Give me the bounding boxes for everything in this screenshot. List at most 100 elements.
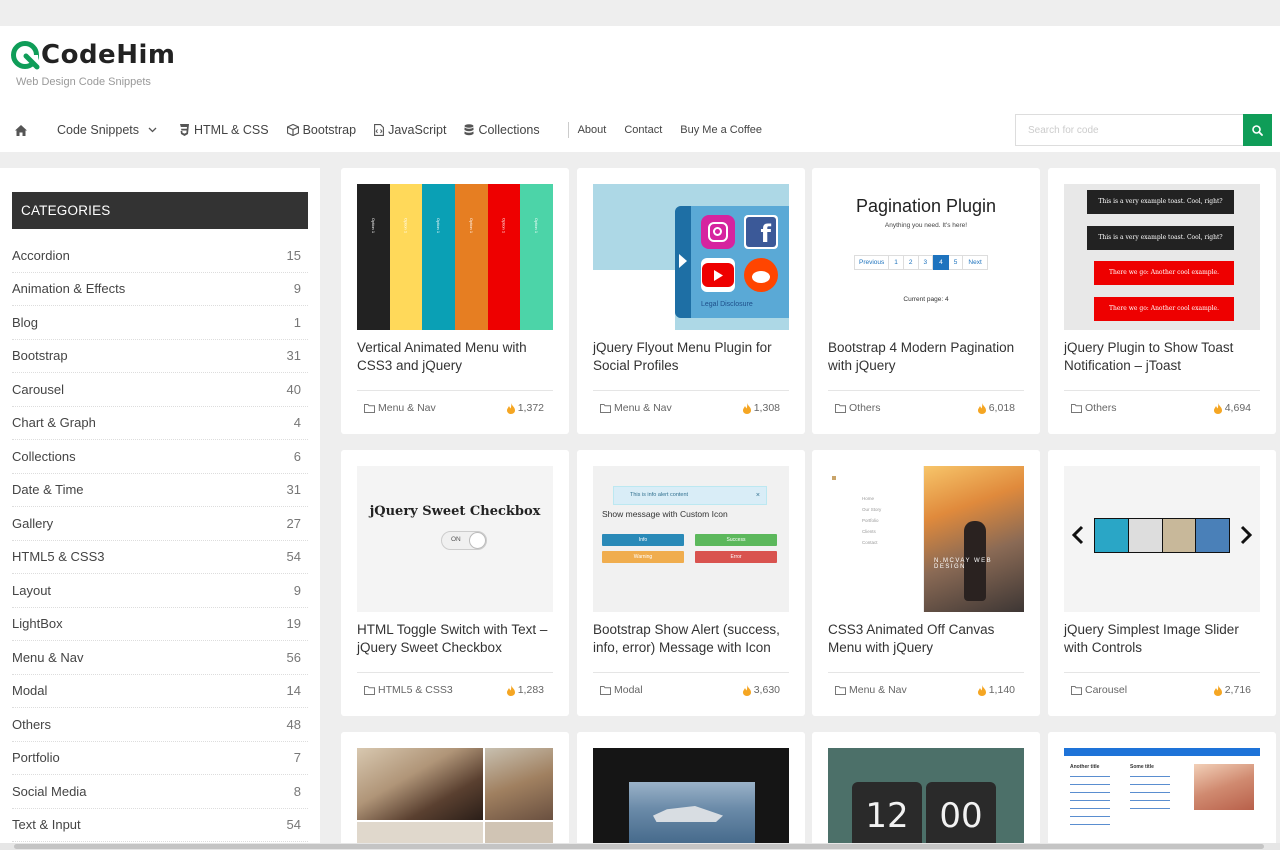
category-item-animation-effects[interactable]: Animation & Effects 9 bbox=[12, 273, 308, 306]
alert-error-button[interactable]: Error bbox=[695, 551, 777, 563]
pagination-page[interactable]: 5 bbox=[948, 255, 964, 270]
category-item-gallery[interactable]: Gallery 27 bbox=[12, 507, 308, 541]
scrollbar-thumb[interactable] bbox=[14, 844, 1264, 849]
category-item-menu-nav[interactable]: Menu & Nav 56 bbox=[12, 641, 308, 675]
card-thumbnail[interactable]: Option 1 Option 1 Option 1 Option 1 Opti… bbox=[357, 184, 553, 330]
card-title[interactable]: jQuery Plugin to Show Toast Notification… bbox=[1064, 339, 1262, 375]
card-title[interactable]: jQuery Simplest Image Slider with Contro… bbox=[1064, 621, 1262, 657]
snippet-card[interactable]: f Legal Disclosure jQuery Flyout Menu Pl… bbox=[577, 168, 805, 434]
card-thumbnail[interactable] bbox=[357, 748, 553, 850]
search-input[interactable] bbox=[1015, 114, 1243, 146]
category-item-modal[interactable]: Modal 14 bbox=[12, 675, 308, 708]
snippet-card[interactable]: Another title Some title bbox=[1048, 732, 1276, 850]
card-category-link[interactable]: Others bbox=[1071, 402, 1117, 414]
card-category-link[interactable]: HTML5 & CSS3 bbox=[364, 684, 453, 696]
category-item-carousel[interactable]: Carousel 40 bbox=[12, 373, 308, 407]
card-title[interactable]: HTML Toggle Switch with Text – jQuery Sw… bbox=[357, 621, 555, 657]
alert-success-button[interactable]: Success bbox=[695, 534, 777, 546]
pagination-next[interactable]: Next bbox=[963, 255, 988, 270]
category-item-html5-css3[interactable]: HTML5 & CSS3 54 bbox=[12, 541, 308, 574]
card-category-link[interactable]: Modal bbox=[600, 684, 643, 696]
menu-option-label: Option 1 bbox=[534, 218, 540, 234]
home-icon[interactable] bbox=[15, 124, 31, 136]
instagram-icon[interactable] bbox=[701, 215, 735, 249]
card-thumbnail[interactable]: This is a very example toast. Cool, righ… bbox=[1064, 184, 1260, 330]
card-category-link[interactable]: Others bbox=[835, 402, 881, 414]
horizontal-scrollbar[interactable] bbox=[0, 843, 1280, 850]
card-title[interactable]: CSS3 Animated Off Canvas Menu with jQuer… bbox=[828, 621, 1026, 657]
alert-info-button[interactable]: Info bbox=[602, 534, 684, 546]
card-thumbnail[interactable] bbox=[593, 748, 789, 850]
card-category-link[interactable]: Menu & Nav bbox=[364, 402, 436, 414]
card-thumbnail[interactable]: f Legal Disclosure bbox=[593, 184, 789, 330]
category-item-social-media[interactable]: Social Media 8 bbox=[12, 775, 308, 809]
category-item-bootstrap[interactable]: Bootstrap 31 bbox=[12, 340, 308, 373]
nav-html-css[interactable]: HTML & CSS bbox=[179, 123, 269, 137]
nav-code-snippets[interactable]: Code Snippets bbox=[57, 123, 161, 137]
offcanvas-menu-item[interactable]: Clients bbox=[862, 529, 876, 534]
card-title[interactable]: Bootstrap 4 Modern Pagination with jQuer… bbox=[828, 339, 1026, 375]
category-item-layout[interactable]: Layout 9 bbox=[12, 574, 308, 608]
category-item-text-input[interactable]: Text & Input 54 bbox=[12, 809, 308, 842]
card-thumbnail[interactable]: Home Our Story Portfolio Clients Contact… bbox=[828, 466, 1024, 612]
category-item-others[interactable]: Others 48 bbox=[12, 708, 308, 742]
card-title[interactable]: Vertical Animated Menu with CSS3 and jQu… bbox=[357, 339, 555, 375]
category-item-chart-graph[interactable]: Chart & Graph 4 bbox=[12, 407, 308, 440]
card-category-link[interactable]: Carousel bbox=[1071, 684, 1127, 696]
card-thumbnail[interactable] bbox=[1064, 466, 1260, 612]
reddit-icon[interactable] bbox=[744, 258, 778, 292]
pagination-page-active[interactable]: 4 bbox=[933, 255, 949, 270]
facebook-icon[interactable]: f bbox=[744, 215, 778, 249]
nav-contact[interactable]: Contact bbox=[624, 124, 662, 136]
chevron-right-icon[interactable] bbox=[1240, 525, 1252, 545]
card-title[interactable]: jQuery Flyout Menu Plugin for Social Pro… bbox=[593, 339, 791, 375]
category-item-portfolio[interactable]: Portfolio 7 bbox=[12, 742, 308, 775]
card-category-link[interactable]: Menu & Nav bbox=[600, 402, 672, 414]
category-item-collections[interactable]: Collections 6 bbox=[12, 440, 308, 474]
search-button[interactable] bbox=[1243, 114, 1272, 146]
card-title[interactable]: Bootstrap Show Alert (success, info, err… bbox=[593, 621, 791, 657]
snippet-card[interactable]: This is a very example toast. Cool, righ… bbox=[1048, 168, 1276, 434]
alert-warning-button[interactable]: Warning bbox=[602, 551, 684, 563]
logo[interactable]: CodeHim bbox=[10, 40, 175, 70]
snippet-card[interactable]: 12 00 bbox=[812, 732, 1040, 850]
pagination-page[interactable]: 1 bbox=[889, 255, 904, 270]
card-thumbnail[interactable]: 12 00 bbox=[828, 748, 1024, 850]
nav-collections[interactable]: Collections bbox=[464, 123, 540, 137]
category-label: Modal bbox=[12, 683, 48, 699]
snippet-card[interactable]: jQuery Simplest Image Slider with Contro… bbox=[1048, 450, 1276, 716]
pagination-page[interactable]: 3 bbox=[918, 255, 934, 270]
snippet-card[interactable]: jQuery Sweet Checkbox ON HTML Toggle Swi… bbox=[341, 450, 569, 716]
card-thumbnail[interactable]: This is info alert content × Show messag… bbox=[593, 466, 789, 612]
snippet-card[interactable]: Home Our Story Portfolio Clients Contact… bbox=[812, 450, 1040, 716]
snippet-card[interactable]: Option 1 Option 1 Option 1 Option 1 Opti… bbox=[341, 168, 569, 434]
legal-disclosure-link[interactable]: Legal Disclosure bbox=[701, 301, 753, 308]
card-thumbnail[interactable]: Another title Some title bbox=[1064, 748, 1260, 850]
category-item-blog[interactable]: Blog 1 bbox=[12, 306, 308, 340]
category-item-lightbox[interactable]: LightBox 19 bbox=[12, 608, 308, 641]
card-thumbnail[interactable]: jQuery Sweet Checkbox ON bbox=[357, 466, 553, 612]
card-thumbnail[interactable]: Pagination Plugin Anything you need. It'… bbox=[828, 184, 1024, 330]
nav-bootstrap[interactable]: Bootstrap bbox=[286, 123, 356, 137]
snippet-card[interactable] bbox=[577, 732, 805, 850]
snippet-card[interactable] bbox=[341, 732, 569, 850]
alert-close-icon[interactable]: × bbox=[756, 487, 760, 504]
nav-about[interactable]: About bbox=[578, 124, 607, 136]
offcanvas-menu-item[interactable]: Our Story bbox=[862, 507, 881, 512]
youtube-icon[interactable] bbox=[701, 258, 735, 292]
nav-javascript[interactable]: JavaScript bbox=[374, 123, 446, 137]
snippet-card[interactable]: This is info alert content × Show messag… bbox=[577, 450, 805, 716]
card-views: 1,283 bbox=[506, 684, 544, 696]
pagination-previous[interactable]: Previous bbox=[854, 255, 890, 270]
offcanvas-menu-item[interactable]: Portfolio bbox=[862, 518, 879, 523]
card-category-link[interactable]: Menu & Nav bbox=[835, 684, 907, 696]
chevron-left-icon[interactable] bbox=[1072, 525, 1084, 545]
pagination-page[interactable]: 2 bbox=[903, 255, 919, 270]
snippet-card[interactable]: Pagination Plugin Anything you need. It'… bbox=[812, 168, 1040, 434]
nav-buy-coffee[interactable]: Buy Me a Coffee bbox=[680, 124, 762, 136]
toggle-switch[interactable]: ON bbox=[441, 531, 487, 550]
category-item-date-time[interactable]: Date & Time 31 bbox=[12, 474, 308, 507]
category-item-accordion[interactable]: Accordion 15 bbox=[12, 239, 308, 273]
offcanvas-menu-item[interactable]: Contact bbox=[862, 540, 878, 545]
offcanvas-menu-item[interactable]: Home bbox=[862, 496, 874, 501]
